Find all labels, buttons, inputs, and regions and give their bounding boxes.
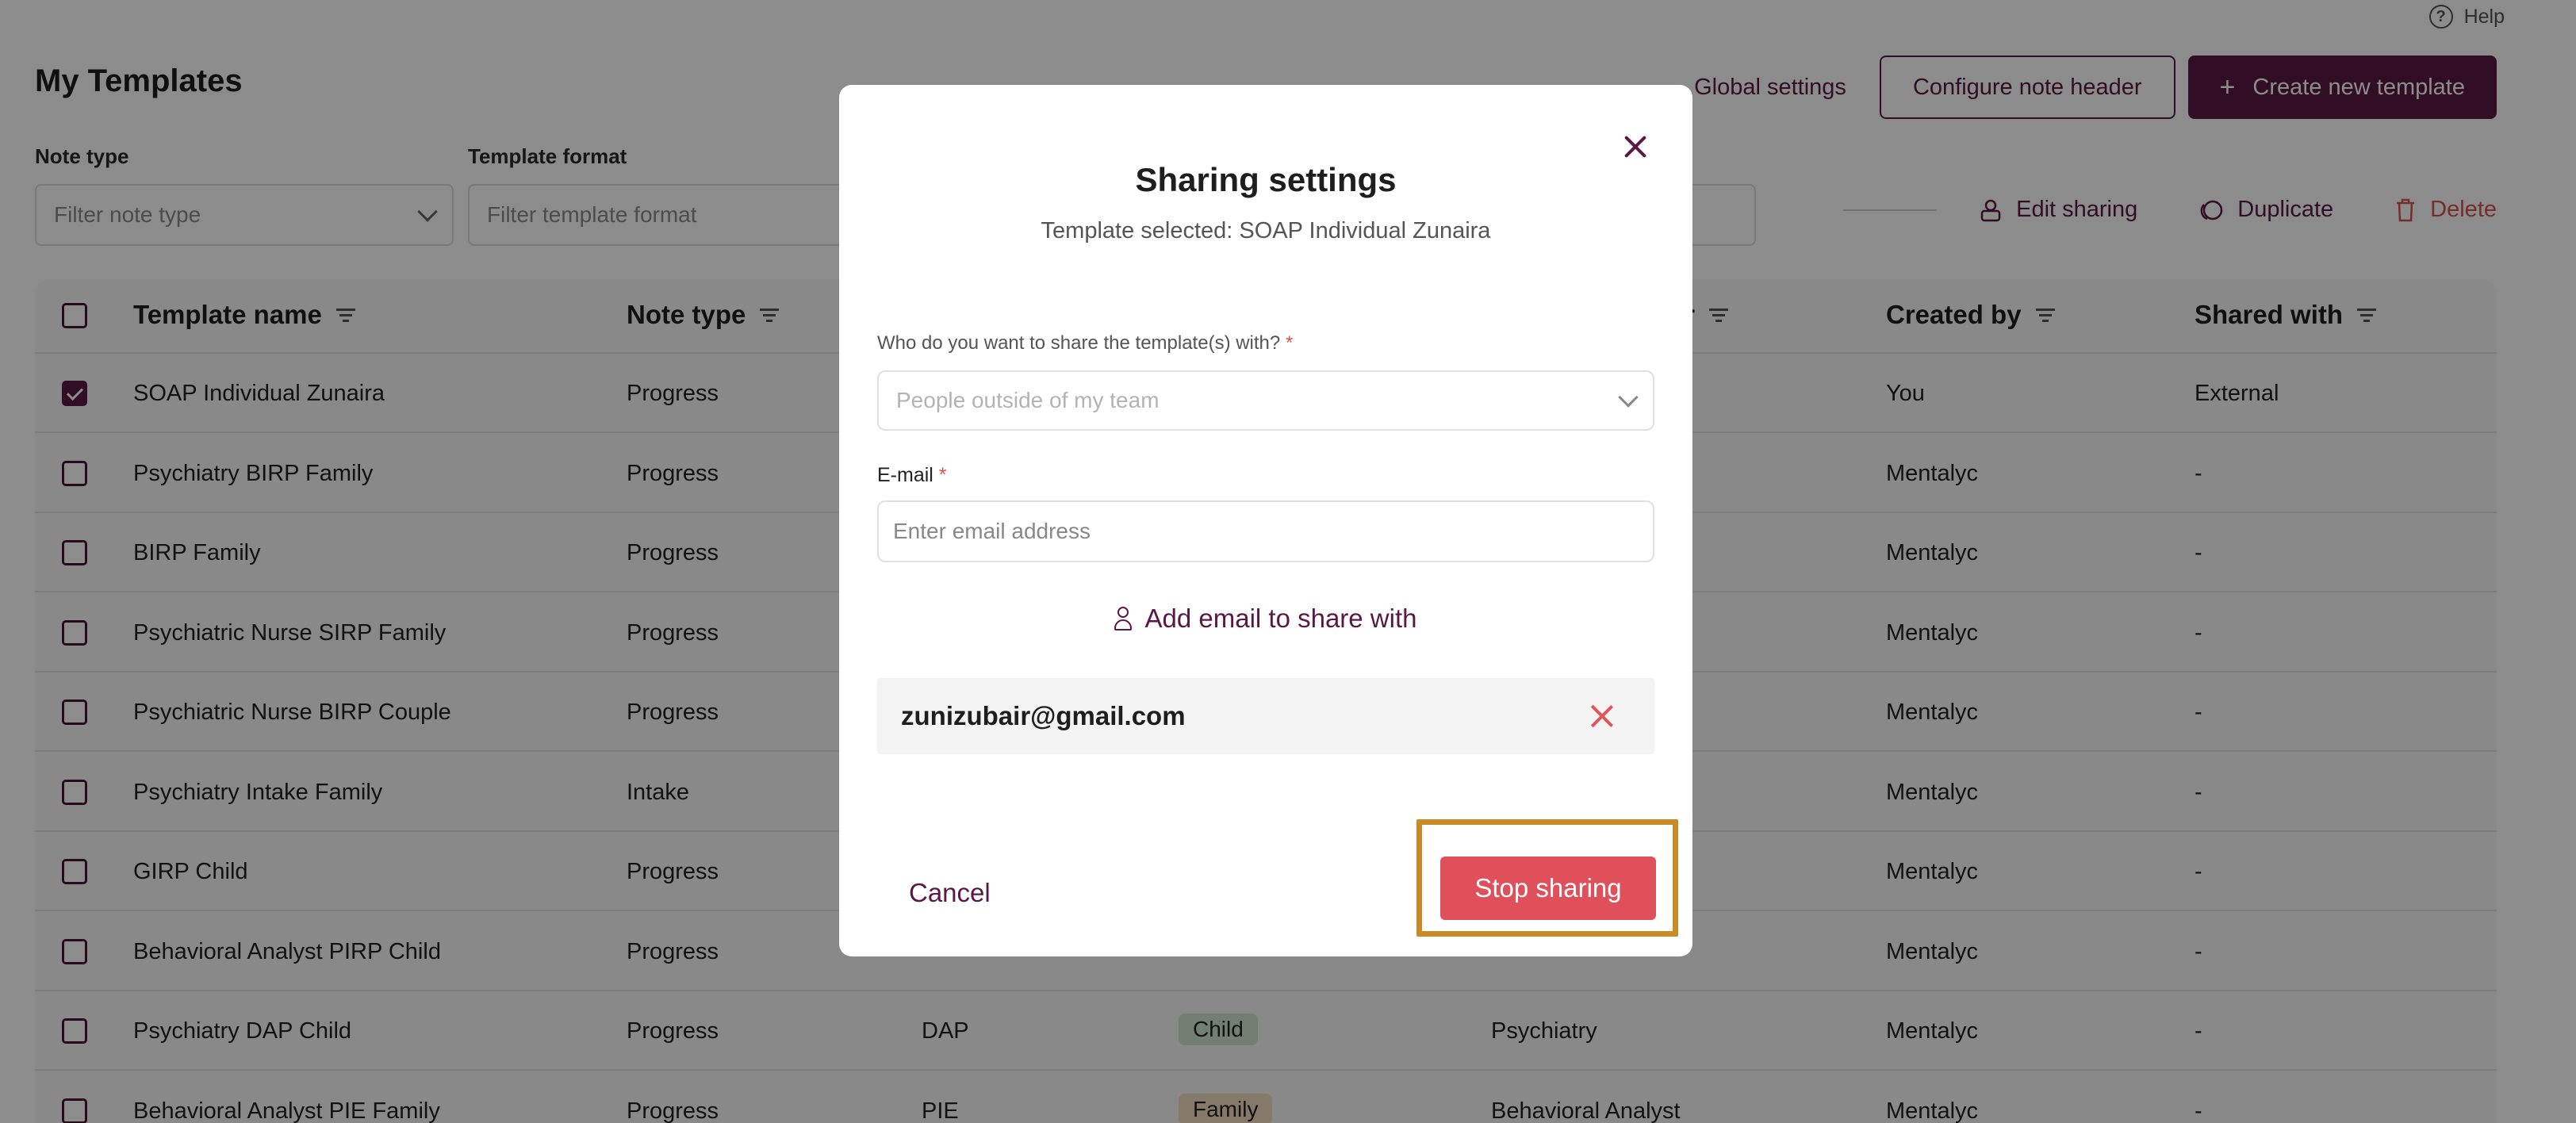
required-mark: * [1285, 332, 1294, 354]
shared-email-text: zunizubair@gmail.com [901, 701, 1186, 730]
add-email-label: Add email to share with [1144, 604, 1417, 633]
email-label: E-mail * [877, 464, 947, 486]
person-icon [1114, 607, 1133, 630]
add-email-button[interactable]: Add email to share with [839, 604, 1692, 634]
shared-email-item: zunizubair@gmail.com [877, 678, 1654, 754]
stop-sharing-button[interactable]: Stop sharing [1440, 857, 1656, 920]
dialog-subtitle: Template selected: SOAP Individual Zunai… [1041, 218, 1491, 243]
share-with-label: Who do you want to share the template(s)… [877, 332, 1294, 354]
chevron-down-icon [1618, 387, 1639, 408]
remove-email-icon[interactable] [1589, 703, 1615, 729]
sharing-settings-dialog: Sharing settings Template selected: SOAP… [839, 85, 1692, 956]
share-with-select[interactable]: People outside of my team [877, 370, 1654, 431]
share-with-value: People outside of my team [896, 388, 1160, 412]
email-input[interactable] [877, 500, 1654, 562]
dialog-title: Sharing settings [1135, 161, 1397, 198]
close-icon[interactable] [1618, 129, 1653, 164]
required-mark: * [938, 464, 947, 486]
cancel-button[interactable]: Cancel [909, 878, 991, 908]
